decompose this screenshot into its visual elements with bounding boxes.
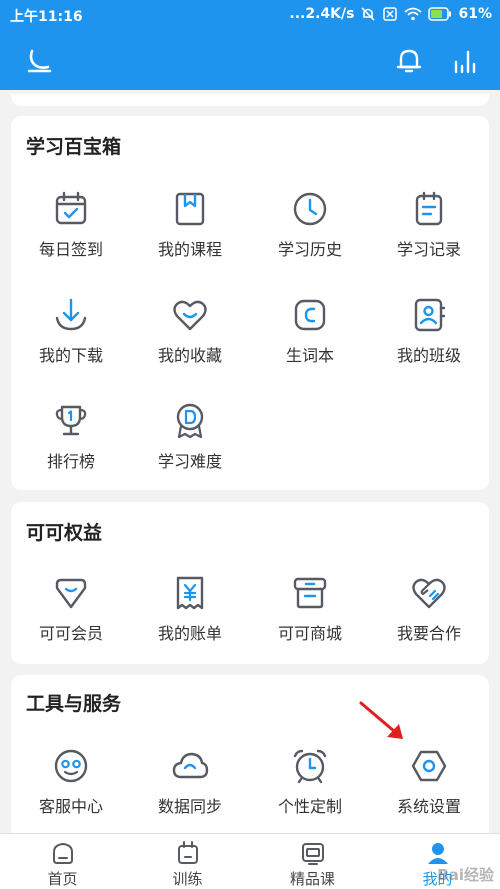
previous-card-bottom [11, 94, 489, 106]
grid-item-label: 学习难度 [157, 452, 222, 471]
keke-benefits-card: 可可权益 可可会员 我的账单 可可商城 我要合作 [11, 502, 489, 664]
tab-training[interactable]: 训练 [125, 834, 250, 889]
grid-item-label: 学习记录 [396, 240, 461, 259]
grid-item-my-downloads[interactable]: 我的下载 [11, 296, 131, 366]
grid-item-daily-checkin[interactable]: 每日签到 [11, 190, 131, 260]
grid-item-label: 生词本 [285, 346, 334, 365]
status-icons: ...2.4K/s 61% [289, 6, 492, 22]
grid-item-my-courses[interactable]: 我的课程 [130, 190, 250, 260]
grid-item-my-class[interactable]: 我的班级 [369, 296, 489, 366]
grid-item-my-favorites[interactable]: 我的收藏 [130, 296, 250, 366]
grid-item-label: 每日签到 [38, 240, 103, 259]
moon-mode-icon[interactable] [24, 46, 54, 76]
section-title-study-toolbox: 学习百宝箱 [26, 136, 122, 158]
hexagon-settings-icon [411, 750, 447, 782]
bill-yen-icon [176, 576, 204, 610]
grid-item-label: 排行榜 [46, 452, 95, 471]
bell-icon[interactable] [394, 46, 424, 76]
status-time: 上午11:16 [10, 9, 83, 25]
me-tab-icon [427, 843, 448, 864]
grid-item-label: 客服中心 [38, 797, 103, 816]
home-tab-icon [52, 842, 73, 864]
network-speed: ...2.4K/s [289, 6, 355, 22]
grid-item-my-bill[interactable]: 我的账单 [130, 574, 250, 644]
tab-label: 训练 [172, 870, 203, 888]
study-toolbox-card: 学习百宝箱 每日签到 我的课程 学习历史 学习记录 我的下载 我的收藏 生词本 … [11, 116, 489, 490]
tab-label: 首页 [47, 870, 78, 888]
bookmark-book-icon [175, 192, 205, 226]
grid-item-study-record[interactable]: 学习记录 [369, 190, 489, 260]
grid-item-shop[interactable]: 可可商城 [250, 574, 370, 644]
cloud-sync-icon [172, 752, 209, 779]
wifi-icon [404, 7, 423, 21]
alarm-clock-icon [293, 749, 327, 784]
grid-item-customer-service[interactable]: 客服中心 [11, 747, 131, 817]
grid-item-label: 我的下载 [38, 346, 103, 365]
train-tab-icon [177, 841, 198, 864]
grid-item-label: 我的课程 [157, 240, 222, 259]
grid-item-leaderboard[interactable]: 排行榜 [11, 402, 131, 472]
calendar-check-icon [55, 191, 87, 225]
grid-item-cooperate[interactable]: 我要合作 [369, 574, 489, 644]
grid-item-label: 系统设置 [396, 797, 461, 816]
download-icon [55, 298, 87, 331]
stats-icon[interactable] [450, 46, 480, 76]
tab-label: 精品课 [289, 870, 335, 888]
tab-home[interactable]: 首页 [0, 834, 125, 889]
handshake-heart-icon [412, 578, 446, 609]
grid-item-study-history[interactable]: 学习历史 [250, 190, 370, 260]
service-face-icon [54, 749, 88, 783]
app-bar [0, 30, 500, 90]
battery-icon [428, 7, 452, 21]
bottom-tab-bar: 首页 训练 精品课 我的 [0, 833, 500, 889]
grid-item-label: 我的收藏 [157, 346, 222, 365]
grid-item-label: 我要合作 [396, 624, 461, 643]
notepad-icon [415, 191, 443, 226]
wordbook-icon [294, 299, 326, 331]
battery-level: 61% [458, 6, 492, 22]
status-bar: 上午11:16 ...2.4K/s 61% [0, 0, 500, 30]
shop-box-icon [293, 577, 327, 609]
grid-item-difficulty[interactable]: 学习难度 [130, 402, 250, 472]
heart-icon [173, 300, 207, 331]
sim-off-icon [383, 7, 398, 21]
tab-premium-courses[interactable]: 精品课 [250, 834, 375, 889]
grid-item-data-sync[interactable]: 数据同步 [130, 747, 250, 817]
grid-item-label: 可可商城 [277, 624, 342, 643]
grid-item-wordbook[interactable]: 生词本 [250, 296, 370, 366]
tv-tab-icon [301, 843, 324, 865]
clock-icon [293, 192, 327, 226]
grid-item-label: 我的班级 [396, 346, 461, 365]
class-contact-icon [414, 298, 446, 332]
trophy-icon [55, 405, 87, 436]
section-title-benefits: 可可权益 [26, 522, 103, 544]
grid-item-label: 数据同步 [157, 797, 222, 816]
grid-item-membership[interactable]: 可可会员 [11, 574, 131, 644]
grid-item-label: 个性定制 [277, 797, 342, 816]
medal-d-icon [176, 403, 204, 439]
mute-icon [361, 7, 376, 21]
grid-item-system-settings[interactable]: 系统设置 [369, 747, 489, 817]
grid-item-label: 我的账单 [157, 624, 222, 643]
grid-item-label: 可可会员 [38, 624, 103, 643]
tools-services-card: 工具与服务 客服中心 数据同步 个性定制 系统设置 [11, 675, 489, 835]
section-title-tools: 工具与服务 [26, 693, 122, 715]
diamond-icon [55, 578, 87, 609]
grid-item-label: 学习历史 [277, 240, 342, 259]
annotation-arrow-icon [359, 701, 403, 739]
watermark: Bai经验 [437, 866, 494, 884]
grid-item-personalize[interactable]: 个性定制 [250, 747, 370, 817]
